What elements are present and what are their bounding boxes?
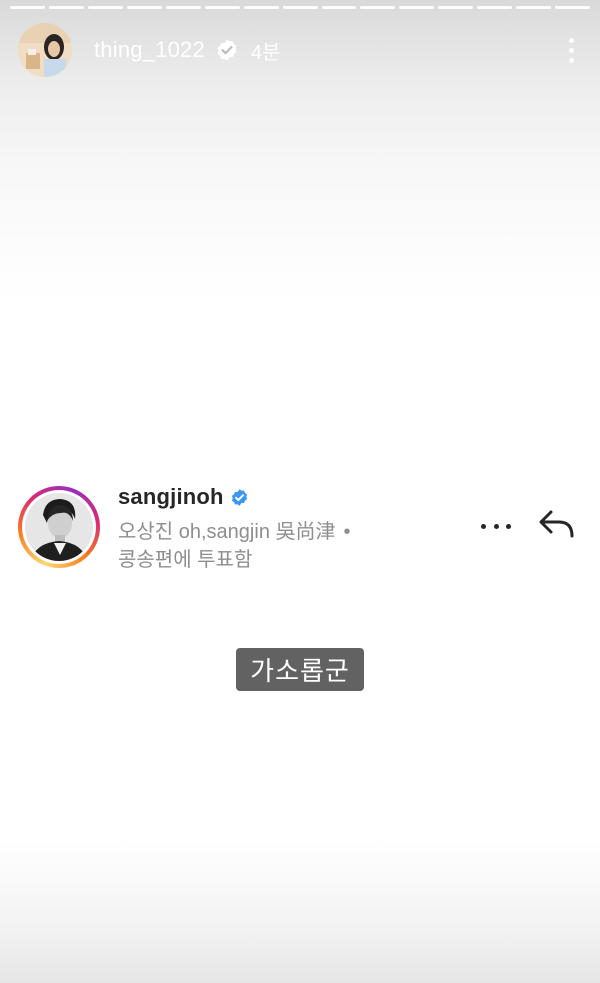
- shared-post-card[interactable]: sangjinoh 오상진 oh,sangjin 吳尚津 • 콩송편에 투표함: [18, 484, 586, 574]
- verified-badge-icon: [217, 39, 237, 61]
- post-activity-text: 콩송편에 투표함: [118, 549, 253, 571]
- story-progress-bar: [10, 6, 591, 9]
- story-author-avatar[interactable]: [18, 23, 72, 77]
- story-progress-segment: [48, 6, 84, 9]
- story-progress-segment: [477, 6, 513, 9]
- reply-arrow-icon[interactable]: [537, 506, 577, 542]
- post-meta-line: 오상진 oh,sangjin 吳尚津 •: [118, 515, 351, 544]
- story-progress-segment: [10, 6, 45, 9]
- more-options-icon[interactable]: [560, 32, 582, 68]
- story-progress-segment: [165, 6, 201, 9]
- story-progress-segment: [399, 6, 435, 9]
- story-progress-segment: [555, 6, 591, 9]
- story-timestamp: 4분: [250, 41, 281, 64]
- story-progress-segment: [243, 6, 279, 9]
- verified-badge-icon: [231, 488, 247, 506]
- story-progress-segment: [321, 6, 357, 9]
- story-progress-segment: [87, 6, 123, 9]
- post-author-fullname: 오상진 oh,sangjin 吳尚津: [118, 521, 336, 543]
- story-progress-segment: [282, 6, 318, 9]
- story-author-username[interactable]: thing_1022: [94, 37, 205, 63]
- story-progress-segment: [126, 6, 162, 9]
- story-progress-segment: [204, 6, 240, 9]
- more-horizontal-icon[interactable]: [481, 520, 511, 532]
- story-viewer: thing_1022 4분 sangjinoh 오상진 oh,sangjin 吳…: [0, 0, 600, 983]
- story-header: thing_1022 4분: [18, 22, 582, 78]
- post-author[interactable]: sangjinoh: [118, 484, 249, 510]
- story-progress-segment: [360, 6, 396, 9]
- story-progress-segment: [516, 6, 552, 9]
- story-progress-segment: [438, 6, 474, 9]
- post-author-username[interactable]: sangjinoh: [118, 484, 224, 510]
- post-author-avatar[interactable]: [18, 486, 100, 568]
- story-caption-text: 가소롭군: [236, 648, 364, 691]
- meta-separator: •: [343, 521, 351, 543]
